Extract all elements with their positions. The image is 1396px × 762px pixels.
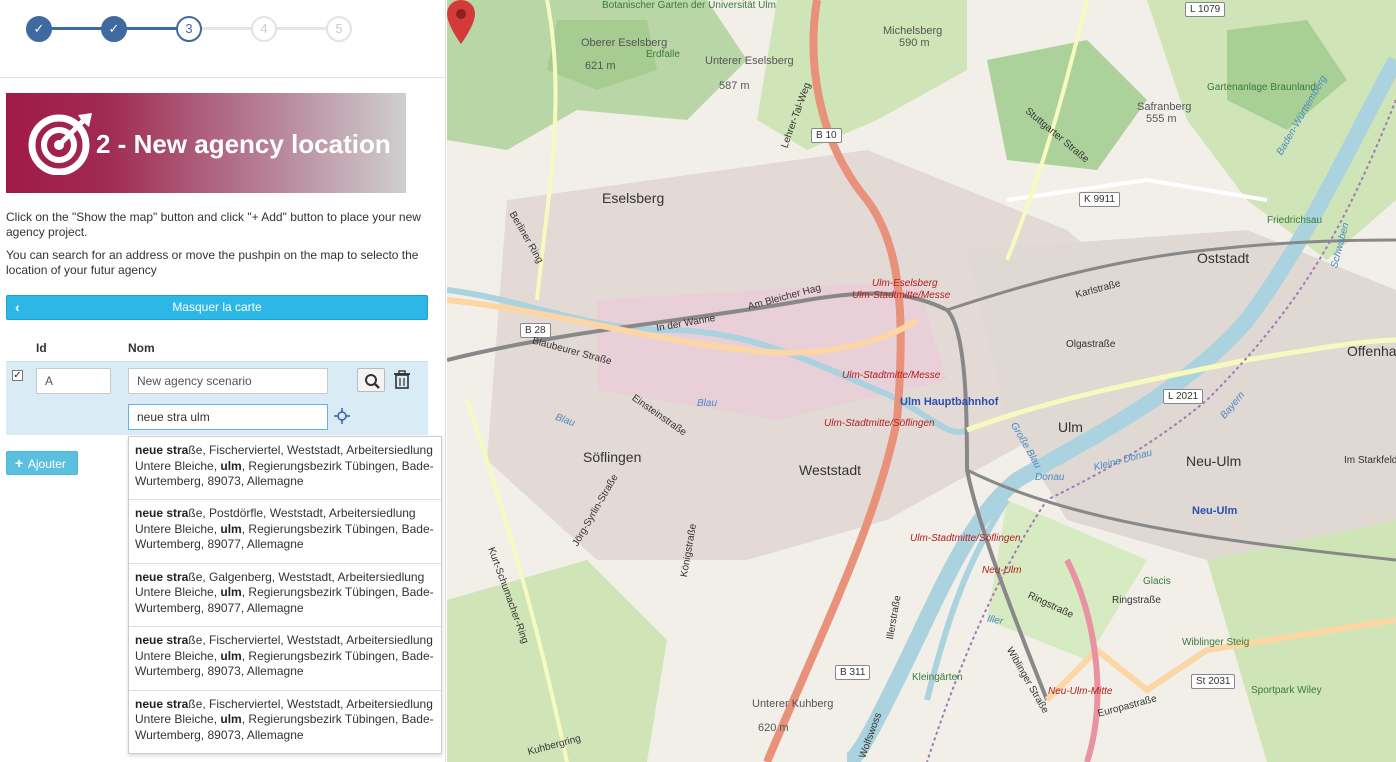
add-button-label: Ajouter	[27, 457, 66, 471]
peak-label: Unterer Kuhberg	[752, 698, 834, 710]
plus-icon: +	[15, 455, 24, 471]
match-text: ulm	[220, 458, 242, 473]
road-shield: L 2021	[1163, 389, 1204, 404]
station-label: Neu-Ulm	[1192, 505, 1238, 517]
road-label: Im Starkfeld	[1344, 455, 1396, 466]
station-label: Ulm-Stadtmitte/Söflingen	[910, 533, 1021, 544]
delete-button[interactable]	[392, 368, 412, 392]
park-label: Friedrichsau	[1267, 215, 1323, 226]
match-text: ulm	[220, 585, 242, 600]
park-label: Wiblinger Steig	[1182, 637, 1250, 648]
map-tiles	[447, 0, 1396, 762]
column-header-name: Nom	[128, 341, 155, 355]
suggestion-item[interactable]: neue straße, Galgenberg, Weststadt, Arbe…	[129, 564, 441, 628]
peak-label: Oberer Eselsberg	[581, 37, 668, 49]
station-label: Ulm-Stadtmitte/Messe	[852, 290, 951, 301]
chevron-left-icon: ‹	[15, 299, 20, 315]
address-suggestions: neue straße, Fischerviertel, Weststadt, …	[128, 436, 442, 754]
crosshair-icon[interactable]	[334, 408, 350, 424]
road-shield: K 9911	[1079, 192, 1120, 207]
park-label: Glacis	[1143, 576, 1171, 587]
water-label: Blau	[697, 398, 718, 409]
side-panel: ✓ ✓ 3 4 5 2 - New agency location Click …	[0, 0, 446, 762]
address-search-input[interactable]: neue stra ulm	[128, 404, 328, 430]
park-label: Botanischer Garten der Universität Ulm	[602, 0, 776, 11]
place-label: Söflingen	[583, 449, 642, 465]
column-header-id: Id	[36, 341, 47, 355]
station-label: Ulm Hauptbahnhof	[900, 396, 999, 408]
station-label: Neu-Ulm-Mitte	[1048, 686, 1113, 697]
match-text: neue stra	[135, 443, 189, 457]
peak-elevation: 590 m	[899, 37, 930, 49]
road-shield: St 2031	[1191, 674, 1236, 689]
station-label: Ulm-Stadtmitte/Messe	[842, 370, 941, 381]
peak-elevation: 621 m	[585, 60, 616, 72]
road-shield: L 1079	[1185, 2, 1226, 17]
help-text-1: Click on the "Show the map" button and c…	[6, 210, 421, 239]
road-label: Olgastraße	[1066, 339, 1116, 350]
match-text: neue stra	[135, 506, 189, 521]
place-label: Eselsberg	[602, 190, 665, 206]
suggestion-item[interactable]: neue straße, Postdörfle, Weststadt, Arbe…	[129, 500, 441, 564]
suggestion-item[interactable]: neue straße, Fischerviertel, Weststadt, …	[129, 627, 441, 691]
suggestion-item[interactable]: neue straße, Fischerviertel, Weststadt, …	[129, 437, 441, 501]
id-input[interactable]: A	[36, 368, 111, 394]
search-button[interactable]	[357, 368, 385, 392]
peak-label: Unterer Eselsberg	[705, 55, 794, 67]
park-label: Kleingärten	[912, 672, 963, 683]
step-2[interactable]: ✓	[101, 16, 127, 42]
station-label: Neu-Ulm	[982, 565, 1022, 576]
hide-map-button[interactable]: ‹ Masquer la carte	[6, 295, 428, 320]
match-text: ulm	[220, 712, 242, 727]
peak-elevation: 620 m	[758, 722, 789, 734]
hide-map-label: Masquer la carte	[172, 300, 262, 314]
place-label: Neu-Ulm	[1186, 453, 1242, 469]
step-3[interactable]: 3	[176, 16, 202, 42]
header-divider	[0, 77, 445, 78]
station-label: Ulm-Eselsberg	[872, 278, 938, 289]
suggestion-item[interactable]: neue straße, Fischerviertel, Weststadt, …	[129, 691, 441, 754]
wizard-stepper: ✓ ✓ 3 4 5	[26, 16, 352, 42]
match-text: ulm	[220, 521, 242, 536]
peak-elevation: 587 m	[719, 80, 750, 92]
place-label: Ulm	[1058, 419, 1083, 435]
place-label: Weststadt	[799, 462, 861, 478]
name-input[interactable]: New agency scenario	[128, 368, 328, 394]
place-label: Oststadt	[1197, 250, 1250, 266]
road-label: Ringstraße	[1112, 595, 1161, 606]
step-5[interactable]: 5	[326, 16, 352, 42]
banner-title: 2 - New agency location	[96, 129, 391, 159]
match-text: neue stra	[135, 633, 189, 648]
peak-label: Michelsberg	[883, 25, 943, 37]
help-text-2: You can search for an address or move th…	[6, 248, 419, 277]
step-4[interactable]: 4	[251, 16, 277, 42]
location-pin-icon[interactable]	[447, 0, 475, 44]
match-text: ulm	[220, 648, 242, 663]
add-button[interactable]: + Ajouter	[6, 451, 78, 475]
peak-label: Safranberg	[1137, 101, 1192, 113]
map-view[interactable]: Eselsberg Söflingen Weststadt Ulm Neu-Ul…	[447, 0, 1396, 762]
match-text: neue stra	[135, 696, 189, 711]
trash-icon	[394, 370, 410, 389]
station-label: Ulm-Stadtmitte/Söflingen	[824, 418, 935, 429]
park-label: Sportpark Wiley	[1251, 685, 1322, 696]
water-label: Donau	[1035, 472, 1065, 483]
road-shield: B 10	[811, 128, 842, 143]
match-text: neue stra	[135, 569, 189, 584]
peak-elevation: 555 m	[1146, 113, 1177, 125]
section-banner: 2 - New agency location	[6, 93, 406, 193]
target-icon	[28, 113, 92, 175]
park-label: Erdfalle	[646, 49, 680, 60]
row-checkbox[interactable]: ✓	[12, 370, 23, 381]
road-shield: B 311	[835, 665, 871, 680]
step-1[interactable]: ✓	[26, 16, 52, 42]
park-label: Gartenanlage Braunland	[1207, 82, 1316, 93]
place-label: Offenha	[1347, 343, 1396, 359]
search-icon	[365, 374, 380, 389]
